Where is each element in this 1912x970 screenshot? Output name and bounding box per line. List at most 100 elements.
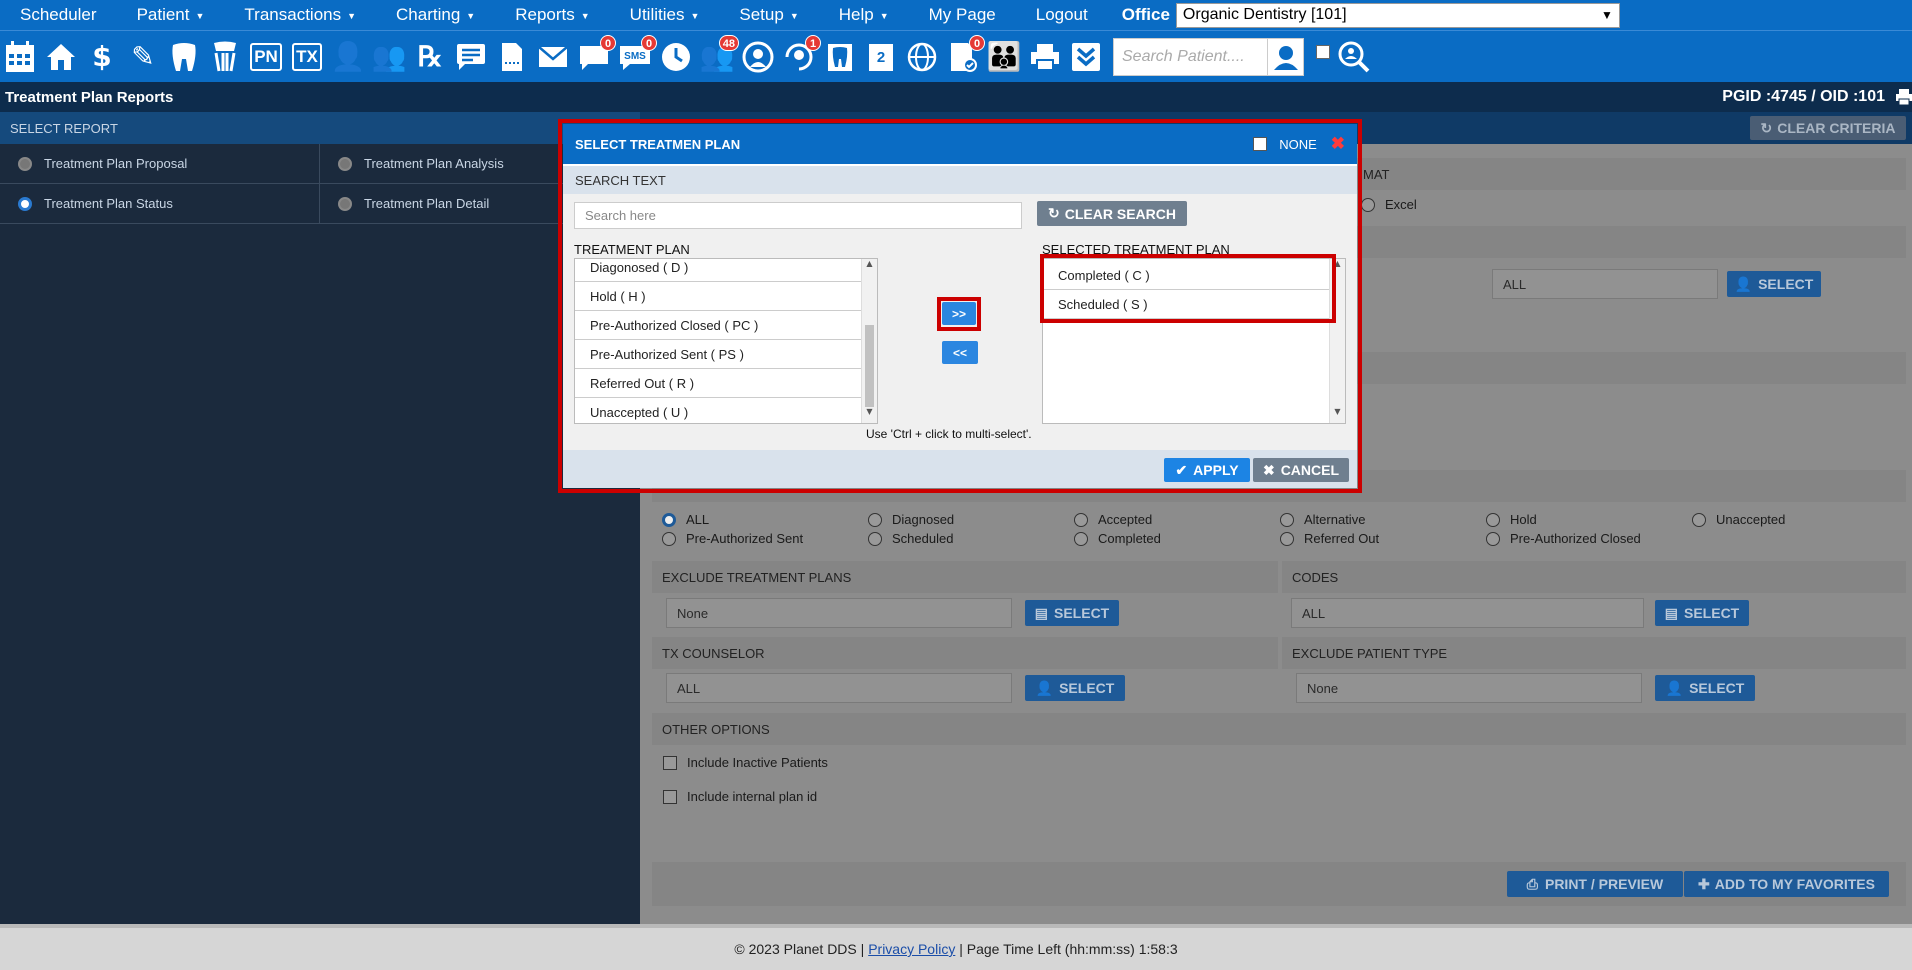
status-radio[interactable] <box>868 512 882 527</box>
status-row-2: Pre-Authorized Sent Scheduled Completed Ref… <box>662 531 1902 546</box>
treatment-icon[interactable]: TX <box>289 37 325 77</box>
status-radio[interactable] <box>662 512 676 527</box>
exclude-tp-select-button[interactable]: ▤ SELECT <box>1025 600 1119 626</box>
format-excel-option[interactable]: Excel <box>1361 197 1417 212</box>
messages-icon[interactable]: 0 <box>576 34 616 77</box>
printer-icon: ⎙ <box>1526 875 1538 892</box>
sms-icon[interactable]: SMS 0 <box>617 34 657 77</box>
office-select[interactable]: Organic Dentistry [101] ▼ <box>1175 2 1620 28</box>
notes-edit-icon[interactable]: ✎ <box>125 37 161 77</box>
menu-help[interactable]: Help ▼ <box>819 5 909 25</box>
include-internal-checkbox[interactable] <box>663 789 677 804</box>
home-icon[interactable] <box>43 37 79 77</box>
menu-utilities[interactable]: Utilities ▼ <box>610 5 720 25</box>
status-option-accepted[interactable]: Accepted <box>1074 512 1280 527</box>
forms-check-icon[interactable]: 0 <box>945 34 985 77</box>
radio-excel[interactable] <box>1361 197 1375 212</box>
menu-my-page[interactable]: My Page <box>909 5 1016 25</box>
tx-counselor-select-button[interactable]: 👤 SELECT <box>1025 675 1125 701</box>
globe-icon[interactable] <box>904 37 940 77</box>
perio-chart-icon[interactable] <box>207 37 243 77</box>
privacy-policy-link[interactable]: Privacy Policy <box>868 941 955 957</box>
chat-list-icon[interactable] <box>453 37 489 77</box>
group-search-icon[interactable] <box>1336 37 1372 77</box>
report-option-status[interactable]: Treatment Plan Status <box>0 184 320 224</box>
collapse-down-icon[interactable] <box>1068 37 1104 77</box>
tooth-numbered-icon[interactable]: 2 <box>863 37 899 77</box>
menu-setup[interactable]: Setup ▼ <box>719 5 818 25</box>
status-radio[interactable] <box>662 531 676 546</box>
status-option-alternative[interactable]: Alternative <box>1280 512 1486 527</box>
include-inactive-option[interactable]: Include Inactive Patients <box>663 755 828 770</box>
patient-portal-icon[interactable]: 1 <box>781 34 821 77</box>
status-radio[interactable] <box>1486 512 1500 527</box>
radio-analysis[interactable] <box>338 156 352 171</box>
copyright-text: © 2023 Planet DDS | <box>734 941 865 957</box>
menu-scheduler[interactable]: Scheduler <box>0 5 117 25</box>
exclude-pt-select-button[interactable]: 👤 SELECT <box>1655 675 1755 701</box>
add-patient-icon[interactable]: 👤 <box>330 37 366 77</box>
search-patient-input[interactable]: Search Patient.... <box>1113 37 1268 76</box>
status-option-unaccepted[interactable]: Unaccepted <box>1692 512 1898 527</box>
status-radio[interactable] <box>868 531 882 546</box>
status-option-pre-authorized-sent[interactable]: Pre-Authorized Sent <box>662 531 868 546</box>
printer-icon[interactable] <box>1027 37 1063 77</box>
tooth-icon[interactable] <box>822 37 858 77</box>
add-to-favorites-button[interactable]: ✚ ADD TO MY FAVORITES <box>1684 871 1889 897</box>
menu-logout[interactable]: Logout <box>1016 5 1108 25</box>
calendar-icon[interactable] <box>2 37 38 77</box>
globe-user-icon[interactable] <box>740 37 776 77</box>
menu-reports[interactable]: Reports ▼ <box>495 5 609 25</box>
menu-patient[interactable]: Patient ▼ <box>117 5 225 25</box>
criteria-select-button[interactable]: 👤 SELECT <box>1727 271 1821 297</box>
billing-dollar-icon[interactable]: $ <box>84 37 120 77</box>
add-family-icon[interactable]: 👥 <box>371 37 407 77</box>
web-requests-icon[interactable]: 👥 48 <box>699 34 739 77</box>
mail-icon[interactable] <box>535 37 571 77</box>
status-radio[interactable] <box>1074 531 1088 546</box>
status-option-pre-authorized-closed[interactable]: Pre-Authorized Closed <box>1486 531 1692 546</box>
include-inactive-checkbox[interactable] <box>663 755 677 770</box>
dropdown-arrow-icon: ▼ <box>1601 8 1613 22</box>
exclude-pt-input[interactable]: None <box>1296 673 1642 703</box>
radio-proposal[interactable] <box>18 156 32 171</box>
status-radio[interactable] <box>1280 512 1294 527</box>
criteria-all-input[interactable]: ALL <box>1492 269 1718 299</box>
tooth-chart-icon[interactable] <box>166 37 202 77</box>
menu-transactions[interactable]: Transactions ▼ <box>224 5 376 25</box>
status-radio[interactable] <box>1486 531 1500 546</box>
plus-icon: ✚ <box>1698 875 1710 892</box>
status-radio[interactable] <box>1280 531 1294 546</box>
select-report-header: SELECT REPORT <box>0 112 640 144</box>
status-option-all[interactable]: ALL <box>662 512 868 527</box>
status-option-scheduled[interactable]: Scheduled <box>868 531 1074 546</box>
patient-search-icon[interactable] <box>1268 37 1304 76</box>
caret-down-icon: ▼ <box>466 10 476 21</box>
status-option-hold[interactable]: Hold <box>1486 512 1692 527</box>
web-badge: 48 <box>718 34 739 51</box>
status-radio[interactable] <box>1074 512 1088 527</box>
progress-notes-icon[interactable]: PN <box>248 37 284 77</box>
menu-charting[interactable]: Charting ▼ <box>376 5 495 25</box>
icon-toolbar: $ ✎ PN TX 👤 👥 ℞ 0 SMS 0 👥 48 1 2 0 👪 Sea… <box>0 30 1912 82</box>
report-option-proposal[interactable]: Treatment Plan Proposal <box>0 144 320 184</box>
family-group-icon[interactable]: 👪 <box>986 37 1022 77</box>
prescription-icon[interactable]: ℞ <box>412 37 448 77</box>
radio-status[interactable] <box>18 196 32 211</box>
codes-input[interactable]: ALL <box>1291 598 1644 628</box>
clear-criteria-button[interactable]: ↻ CLEAR CRITERIA <box>1750 116 1906 140</box>
codes-select-button[interactable]: ▤ SELECT <box>1655 600 1749 626</box>
status-option-diagnosed[interactable]: Diagnosed <box>868 512 1074 527</box>
exclude-tp-input[interactable]: None <box>666 598 1012 628</box>
tx-counselor-input[interactable]: ALL <box>666 673 1012 703</box>
toolbar-checkbox[interactable] <box>1316 44 1330 59</box>
include-internal-option[interactable]: Include internal plan id <box>663 789 817 804</box>
radio-detail[interactable] <box>338 196 352 211</box>
status-option-referred-out[interactable]: Referred Out <box>1280 531 1486 546</box>
print-preview-button[interactable]: ⎙ PRINT / PREVIEW <box>1507 871 1683 897</box>
status-radio[interactable] <box>1692 512 1706 527</box>
print-page-icon[interactable] <box>1896 88 1912 106</box>
document-icon[interactable] <box>494 37 530 77</box>
status-option-completed[interactable]: Completed <box>1074 531 1280 546</box>
clock-icon[interactable] <box>658 37 694 77</box>
